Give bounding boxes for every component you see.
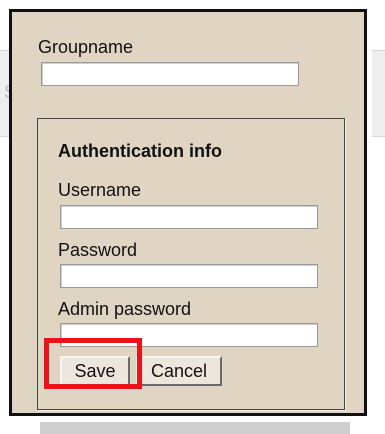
groupname-label: Groupname [38,37,134,57]
admin-password-input[interactable] [60,323,318,347]
authentication-fieldset: Authentication info Username Password Ad… [37,118,345,410]
password-input[interactable] [60,264,318,288]
username-label: Username [58,180,142,200]
username-input[interactable] [60,205,318,229]
background-bar-bottom [40,422,350,434]
save-button[interactable]: Save [60,356,130,386]
admin-password-label: Admin password [58,299,192,319]
authentication-legend: Authentication info [58,141,222,161]
background-panel-right [372,50,385,137]
groupname-input[interactable] [41,62,299,86]
cancel-button[interactable]: Cancel [136,356,222,386]
password-label: Password [58,240,138,260]
group-dialog: Groupname Authentication info Username P… [9,9,367,416]
